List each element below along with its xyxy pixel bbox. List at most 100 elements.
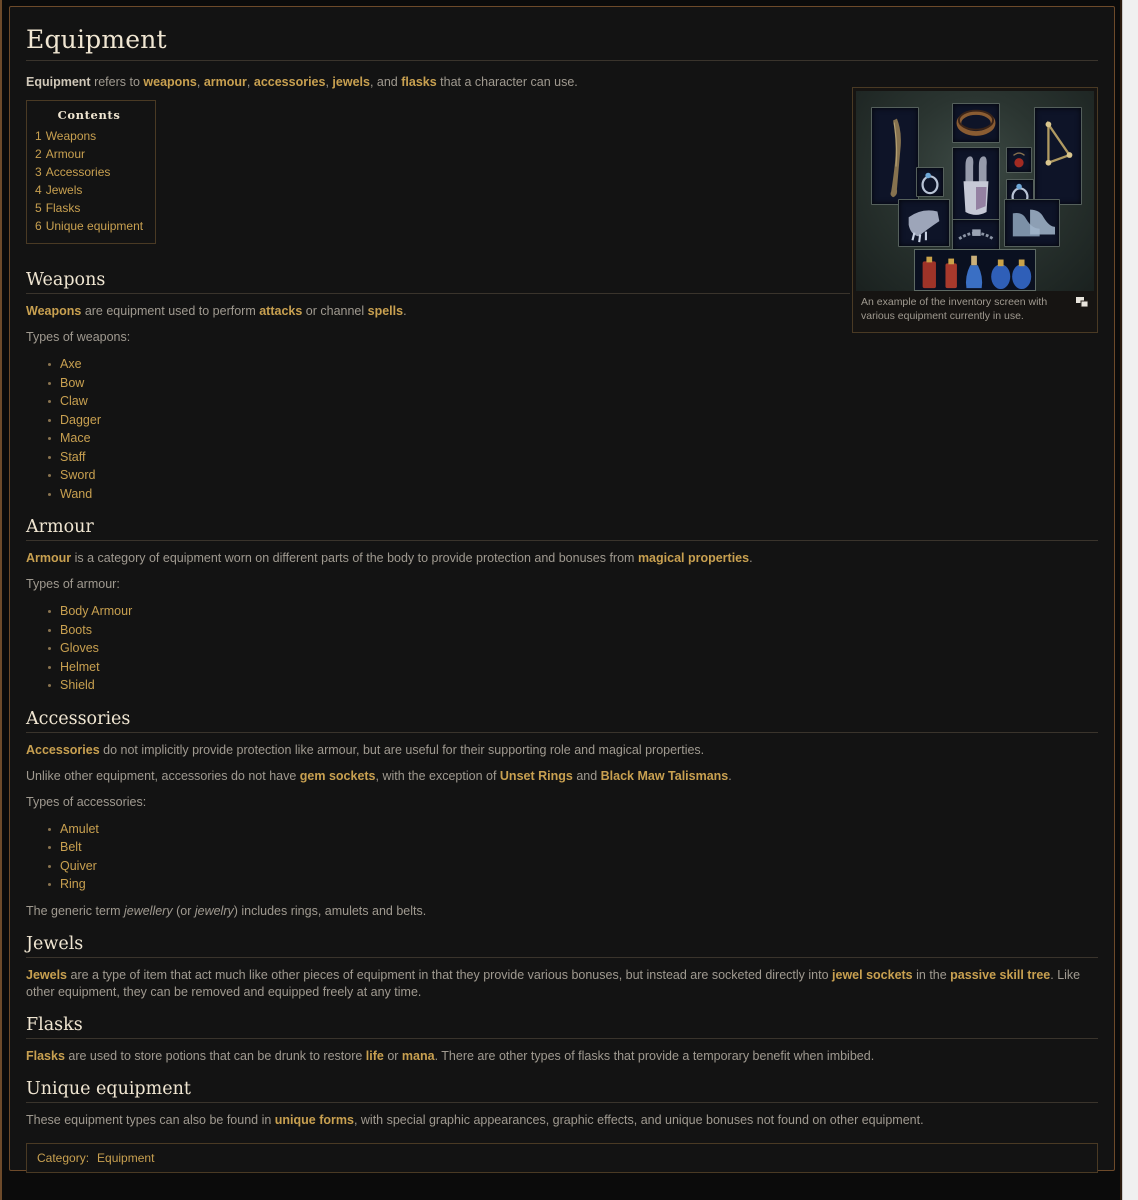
toc-item-label[interactable]: Weapons bbox=[46, 129, 96, 143]
category-link-equipment[interactable]: Equipment bbox=[97, 1151, 154, 1165]
category-label: Category: bbox=[37, 1150, 90, 1165]
link-weapon-axe[interactable]: Axe bbox=[60, 357, 82, 371]
link-armour-helmet[interactable]: Helmet bbox=[60, 660, 100, 674]
list-item[interactable]: Belt bbox=[48, 838, 1098, 857]
intro-link-jewels[interactable]: jewels bbox=[332, 75, 370, 89]
link-armour-gloves[interactable]: Gloves bbox=[60, 641, 99, 655]
list-item[interactable]: Shield bbox=[48, 676, 1098, 695]
link-weapon-sword[interactable]: Sword bbox=[60, 468, 95, 482]
accessories-em-jewellery: jewellery bbox=[123, 903, 173, 918]
link-accessory-amulet[interactable]: Amulet bbox=[60, 822, 99, 836]
link-attacks[interactable]: attacks bbox=[259, 304, 302, 318]
link-weapon-dagger[interactable]: Dagger bbox=[60, 413, 101, 427]
slot-boots bbox=[1004, 199, 1060, 247]
toc-item-number: 3 bbox=[35, 165, 42, 179]
link-accessory-quiver[interactable]: Quiver bbox=[60, 859, 97, 873]
link-weapon-mace[interactable]: Mace bbox=[60, 431, 91, 445]
link-weapons[interactable]: Weapons bbox=[26, 304, 81, 318]
list-item[interactable]: Staff bbox=[48, 448, 850, 467]
link-accessory-belt[interactable]: Belt bbox=[60, 840, 82, 854]
link-weapon-wand[interactable]: Wand bbox=[60, 487, 92, 501]
belt-icon bbox=[958, 229, 994, 240]
link-armour-shield[interactable]: Shield bbox=[60, 678, 95, 692]
link-armour-boots[interactable]: Boots bbox=[60, 623, 92, 637]
accessories-p1: Accessories do not implicitly provide pr… bbox=[26, 742, 1098, 759]
scrollbar-thumb[interactable] bbox=[1123, 0, 1138, 1200]
slot-helmet bbox=[952, 103, 1000, 143]
link-armour[interactable]: Armour bbox=[26, 551, 71, 565]
toc-item-label[interactable]: Unique equipment bbox=[46, 219, 143, 233]
link-magical-properties[interactable]: magical properties bbox=[638, 551, 749, 565]
intro-text-5: , bbox=[246, 75, 254, 89]
accessories-p2-b: , with the exception of bbox=[375, 768, 500, 783]
inventory-screenshot-image[interactable] bbox=[856, 91, 1094, 291]
toc-item-label[interactable]: Armour bbox=[46, 147, 85, 161]
list-item[interactable]: Amulet bbox=[48, 820, 1098, 839]
intro-text-1: refers to bbox=[90, 75, 144, 89]
toc-item-number: 1 bbox=[35, 129, 42, 143]
toc-item-flasks[interactable]: 5 Flasks bbox=[35, 199, 143, 217]
accessories-p2-c: and bbox=[572, 768, 601, 783]
list-item[interactable]: Gloves bbox=[48, 639, 1098, 658]
accessories-footer-a: The generic term bbox=[26, 903, 124, 918]
toc-item-label[interactable]: Accessories bbox=[46, 165, 111, 179]
helmet-icon bbox=[956, 109, 996, 136]
link-spells[interactable]: spells bbox=[368, 304, 403, 318]
list-item[interactable]: Sword bbox=[48, 466, 850, 485]
link-armour-body-armour[interactable]: Body Armour bbox=[60, 604, 132, 618]
toc-item-label[interactable]: Flasks bbox=[46, 201, 81, 215]
link-black-maw-talismans[interactable]: Black Maw Talismans bbox=[601, 769, 729, 783]
list-item[interactable]: Ring bbox=[48, 875, 1098, 894]
link-weapon-bow[interactable]: Bow bbox=[60, 376, 84, 390]
intro-link-accessories[interactable]: accessories bbox=[254, 75, 326, 89]
list-item[interactable]: Boots bbox=[48, 621, 1098, 640]
list-item[interactable]: Bow bbox=[48, 374, 850, 393]
flasks-text-c: . There are other types of flasks that p… bbox=[434, 1048, 875, 1063]
list-item[interactable]: Wand bbox=[48, 485, 850, 504]
armour-text-1: is a category of equipment worn on diffe… bbox=[71, 551, 638, 565]
link-gem-sockets[interactable]: gem sockets bbox=[300, 769, 376, 783]
list-item[interactable]: Mace bbox=[48, 429, 850, 448]
link-life[interactable]: life bbox=[366, 1049, 384, 1063]
link-passive-skill-tree[interactable]: passive skill tree bbox=[950, 968, 1050, 982]
page-scrollbar[interactable] bbox=[1122, 0, 1138, 1200]
link-unset-rings[interactable]: Unset Rings bbox=[500, 769, 573, 783]
inventory-thumbnail[interactable]: An example of the inventory screen with … bbox=[852, 87, 1098, 333]
toc-list: 1 Weapons 2 Armour 3 Accessories 4 Jewels 5 Flask… bbox=[35, 127, 143, 235]
link-flasks[interactable]: Flasks bbox=[26, 1049, 65, 1063]
link-accessories[interactable]: Accessories bbox=[26, 743, 100, 757]
list-item[interactable]: Helmet bbox=[48, 658, 1098, 677]
link-weapon-claw[interactable]: Claw bbox=[60, 394, 88, 408]
link-jewels[interactable]: Jewels bbox=[26, 968, 67, 982]
flasks-icon bbox=[922, 255, 1032, 290]
toc-item-unique-equipment[interactable]: 6 Unique equipment bbox=[35, 217, 143, 235]
slot-belt bbox=[952, 219, 1000, 251]
flasks-para: Flasks are used to store potions that ca… bbox=[26, 1048, 1098, 1065]
jewels-para: Jewels are a type of item that act much … bbox=[26, 967, 1098, 1001]
link-jewel-sockets[interactable]: jewel sockets bbox=[832, 968, 913, 982]
link-accessory-ring[interactable]: Ring bbox=[60, 877, 86, 891]
toc-item-jewels[interactable]: 4 Jewels bbox=[35, 181, 143, 199]
unique-para: These equipment types can also be found … bbox=[26, 1112, 1098, 1129]
link-weapon-staff[interactable]: Staff bbox=[60, 450, 85, 464]
toc-item-weapons[interactable]: 1 Weapons bbox=[35, 127, 143, 145]
list-item[interactable]: Dagger bbox=[48, 411, 850, 430]
list-item[interactable]: Claw bbox=[48, 392, 850, 411]
toc-item-armour[interactable]: 2 Armour bbox=[35, 145, 143, 163]
accessories-p2-a: Unlike other equipment, accessories do n… bbox=[26, 768, 300, 783]
intro-link-flasks[interactable]: flasks bbox=[401, 75, 436, 89]
toc-item-accessories[interactable]: 3 Accessories bbox=[35, 163, 143, 181]
list-item[interactable]: Axe bbox=[48, 355, 850, 374]
intro-text-9: , and bbox=[369, 75, 402, 89]
intro-link-weapons[interactable]: weapons bbox=[143, 75, 197, 89]
heading-flasks: Flasks bbox=[26, 1015, 1098, 1039]
heading-jewels: Jewels bbox=[26, 934, 1098, 958]
link-unique-forms[interactable]: unique forms bbox=[275, 1113, 354, 1127]
toc-item-label[interactable]: Jewels bbox=[46, 183, 83, 197]
list-item[interactable]: Quiver bbox=[48, 857, 1098, 876]
list-item[interactable]: Body Armour bbox=[48, 602, 1098, 621]
link-mana[interactable]: mana bbox=[402, 1049, 435, 1063]
intro-link-armour[interactable]: armour bbox=[204, 75, 247, 89]
expand-icon[interactable] bbox=[1076, 297, 1088, 307]
accessories-footer-b: (or bbox=[172, 903, 195, 918]
